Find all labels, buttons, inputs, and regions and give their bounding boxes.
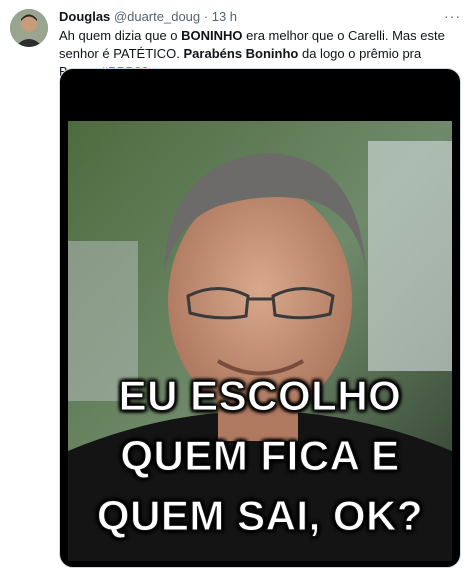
meme-image: EU ESCOLHO QUEM FICA E QUEM SAI, OK? (68, 121, 452, 561)
timestamp[interactable]: 13 h (212, 9, 237, 24)
avatar-photo (10, 9, 48, 47)
meme-caption-line: QUEM FICA E (120, 432, 400, 480)
more-options-icon[interactable]: ··· (444, 8, 461, 24)
tweet-header: Douglas @duarte_doug · 13 h (59, 9, 443, 25)
meme-caption-line: EU ESCOLHO (118, 372, 402, 420)
tweet-text-bold: BONINHO (181, 28, 243, 43)
tweet-text-part: Ah quem dizia que o (59, 28, 182, 43)
tweet-text-bold: Parabéns Boninho (183, 46, 299, 61)
avatar[interactable] (10, 9, 48, 47)
meme-caption-line: QUEM SAI, OK? (96, 492, 424, 540)
author-name[interactable]: Douglas (59, 9, 110, 24)
tweet-media[interactable]: EU ESCOLHO QUEM FICA E QUEM SAI, OK? (59, 68, 461, 568)
tweet-card[interactable]: Douglas @duarte_doug · 13 h ··· Ah quem … (0, 0, 473, 570)
author-handle[interactable]: @duarte_doug (114, 9, 200, 24)
separator-dot: · (203, 9, 209, 24)
